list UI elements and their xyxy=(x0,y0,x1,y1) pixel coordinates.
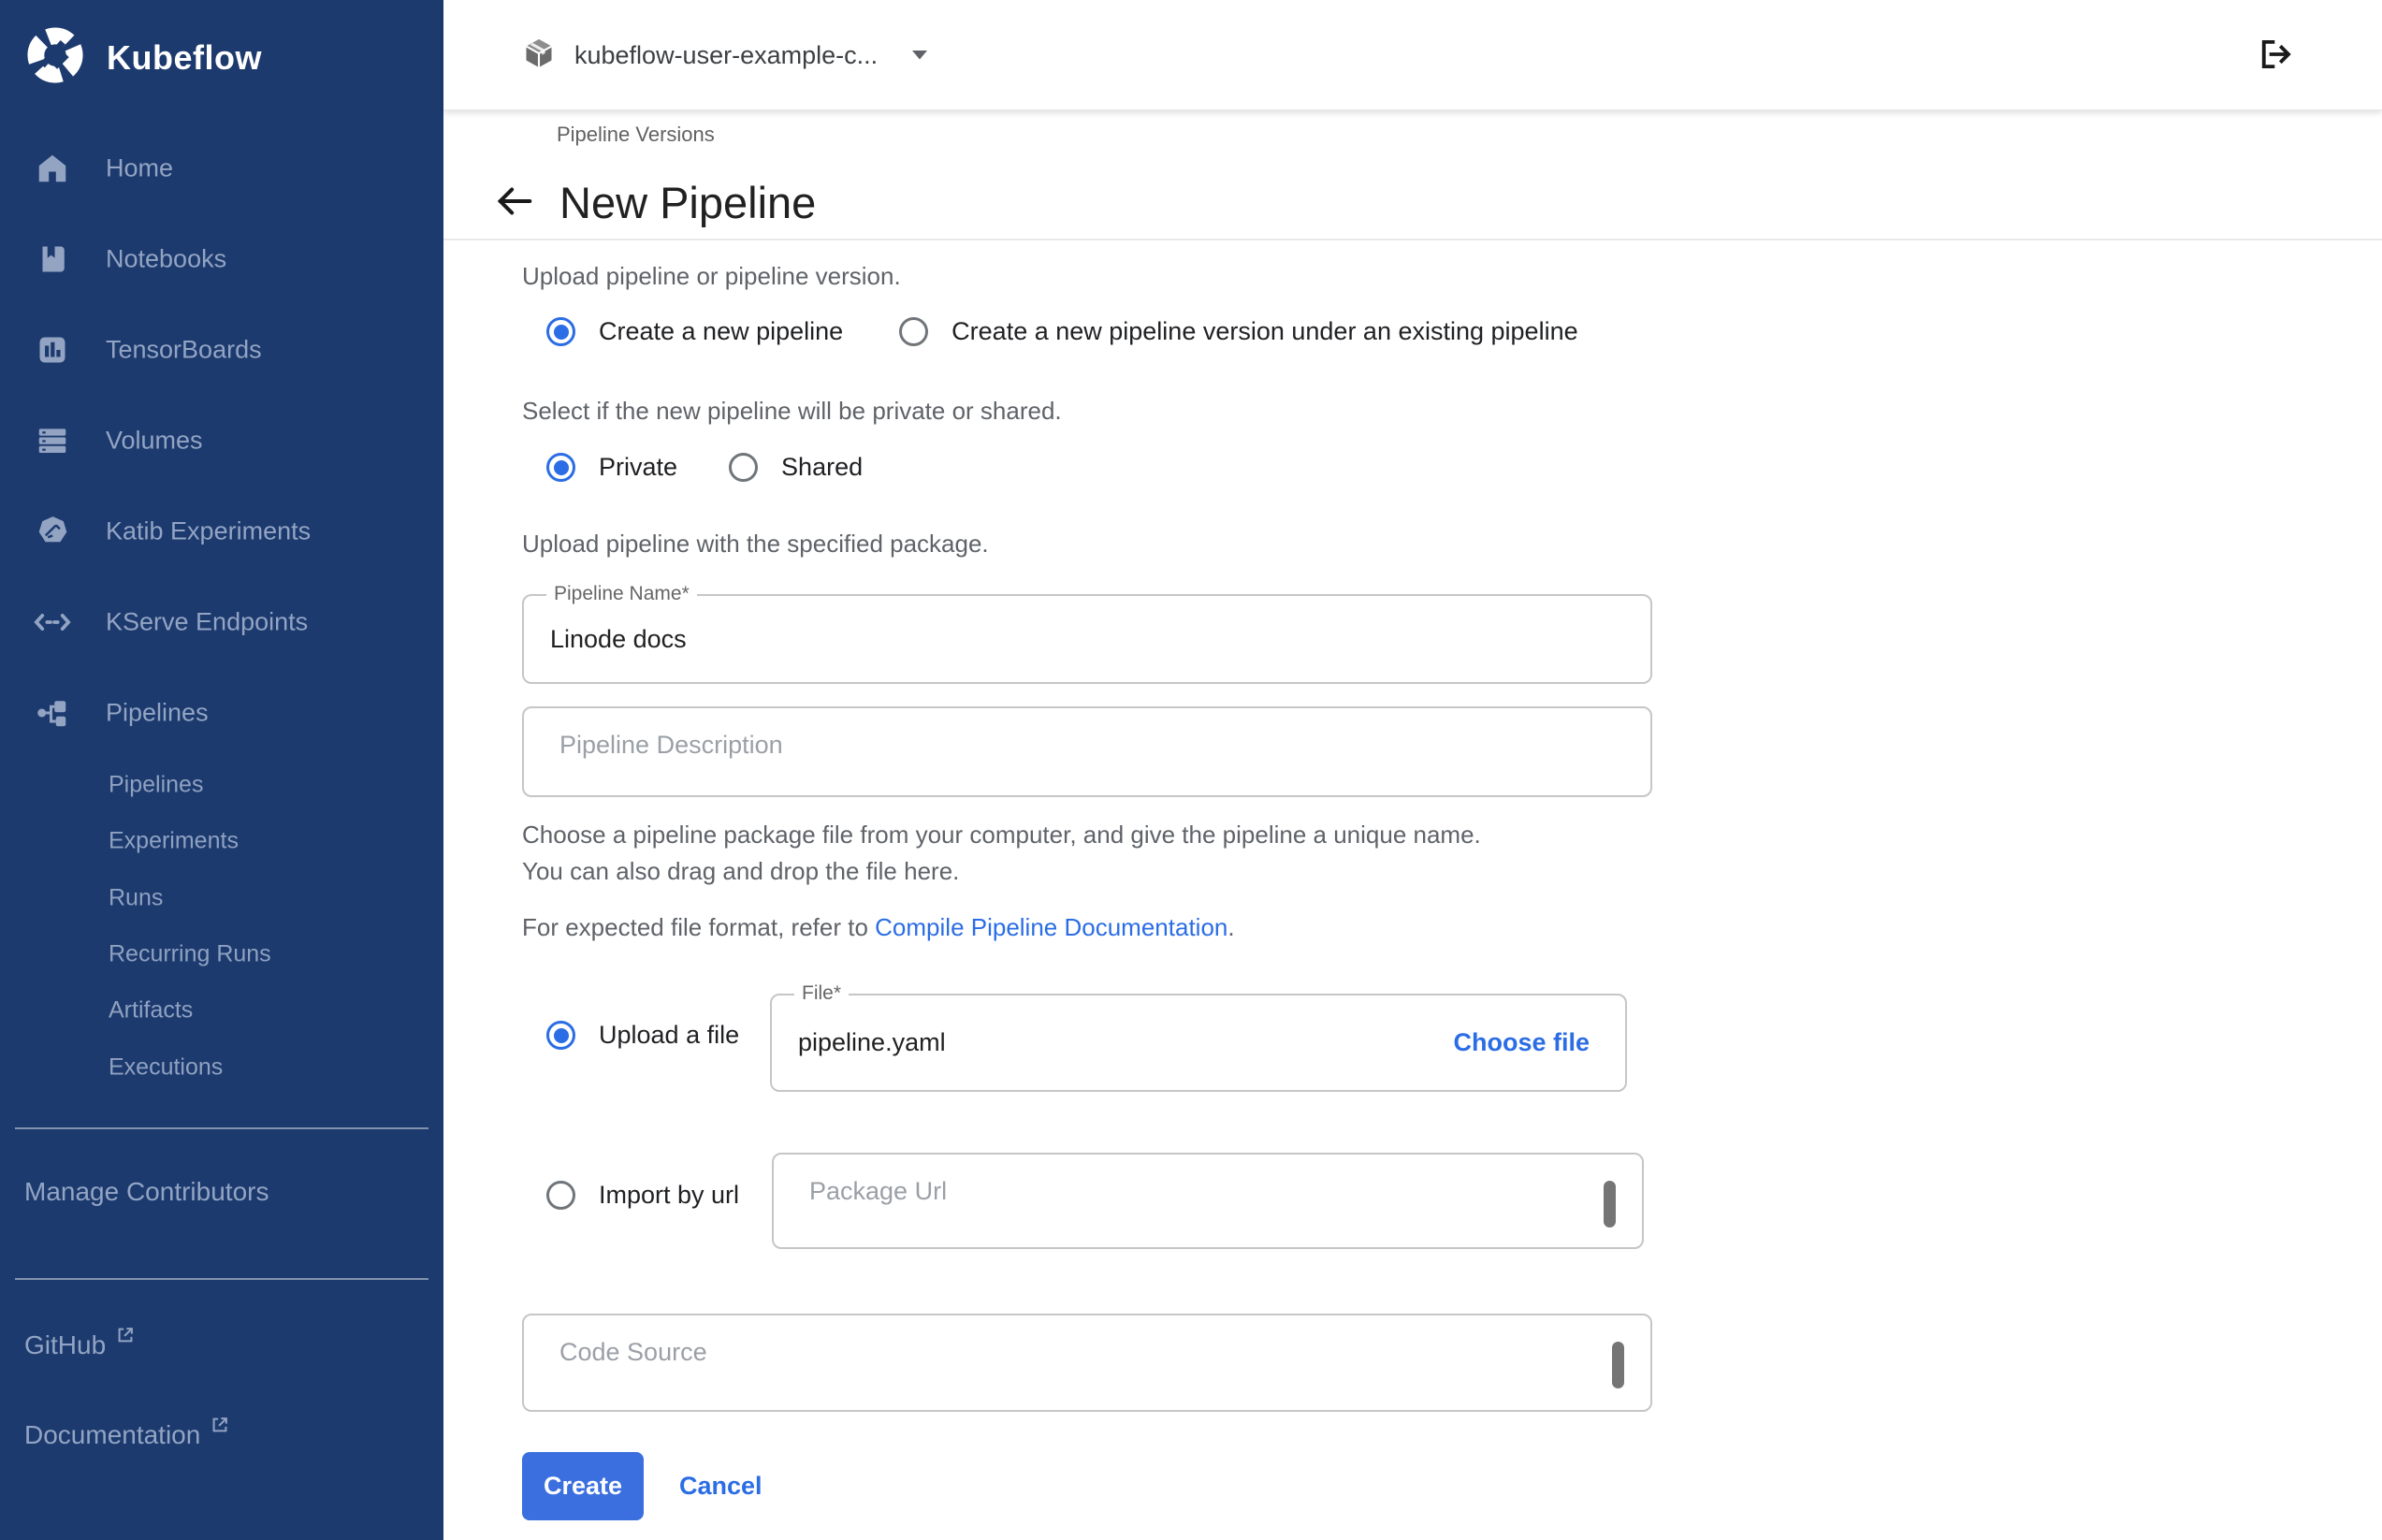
scrollbar-thumb[interactable] xyxy=(1612,1342,1624,1388)
package-help-line1: Choose a pipeline package file from your… xyxy=(522,821,1481,850)
code-source-input[interactable] xyxy=(524,1315,1650,1410)
compile-pipeline-documentation-link[interactable]: Compile Pipeline Documentation xyxy=(875,913,1227,941)
radio-create-new-pipeline[interactable] xyxy=(546,317,575,346)
pipeline-type-radio-group: Create a new pipeline Create a new pipel… xyxy=(546,317,1578,346)
sidebar-subitem-executions[interactable]: Executions xyxy=(0,1039,443,1097)
home-icon xyxy=(34,150,71,187)
volumes-icon xyxy=(34,422,71,459)
pipeline-name-label: Pipeline Name* xyxy=(546,583,697,605)
sidebar-item-katib-experiments[interactable]: Katib Experiments xyxy=(0,486,443,576)
visibility-radio-group: Private Shared xyxy=(546,453,863,482)
bar-chart-icon xyxy=(34,331,71,369)
sidebar-item-notebooks[interactable]: Notebooks xyxy=(0,213,443,304)
radio-upload-file[interactable] xyxy=(546,1021,575,1050)
package-cube-icon xyxy=(522,36,556,75)
breadcrumb[interactable]: Pipeline Versions xyxy=(557,123,715,147)
package-url-field xyxy=(772,1153,1644,1249)
file-field-label: File* xyxy=(794,982,849,1005)
notebook-icon xyxy=(34,240,71,278)
upload-file-radio-row: Upload a file xyxy=(546,1021,739,1050)
sidebar-subitem-pipelines[interactable]: Pipelines xyxy=(0,756,443,814)
top-toolbar: kubeflow-user-example-c... xyxy=(443,0,2382,110)
radio-import-by-url[interactable] xyxy=(546,1181,575,1210)
visibility-section-help: Select if the new pipeline will be priva… xyxy=(522,397,1062,426)
format-help-line: For expected file format, refer to Compi… xyxy=(522,913,1235,942)
sidebar-item-label: Home xyxy=(106,153,173,182)
import-url-radio-row: Import by url xyxy=(546,1181,739,1210)
sidebar-subitem-recurring-runs[interactable]: Recurring Runs xyxy=(0,925,443,983)
caret-down-icon xyxy=(909,49,930,62)
sidebar-subitem-experiments[interactable]: Experiments xyxy=(0,812,443,870)
pipeline-description-field xyxy=(522,706,1652,797)
sidebar-subitem-artifacts[interactable]: Artifacts xyxy=(0,981,443,1039)
arrow-left-icon xyxy=(493,180,536,227)
sidebar-subitem-runs[interactable]: Runs xyxy=(0,869,443,927)
radio-upload-file-label[interactable]: Upload a file xyxy=(599,1021,739,1050)
package-section-help: Upload pipeline with the specified packa… xyxy=(522,530,989,559)
pipeline-name-input[interactable] xyxy=(524,596,1650,682)
radio-create-new-version-label[interactable]: Create a new pipeline version under an e… xyxy=(951,317,1577,346)
sidebar-item-kserve-endpoints[interactable]: KServe Endpoints xyxy=(0,576,443,667)
kserve-icon xyxy=(34,603,71,641)
back-button[interactable] xyxy=(492,181,537,225)
sidebar: Kubeflow Home Notebooks TensorBoards V xyxy=(0,0,443,1540)
sidebar-item-github[interactable]: GitHub xyxy=(24,1330,136,1387)
sidebar-item-documentation[interactable]: Documentation xyxy=(24,1420,230,1476)
code-source-field xyxy=(522,1314,1652,1412)
upload-section-help: Upload pipeline or pipeline version. xyxy=(522,262,901,291)
sidebar-item-label: Volumes xyxy=(106,426,203,455)
radio-create-new-version[interactable] xyxy=(899,317,928,346)
header-divider xyxy=(443,239,2382,240)
kubeflow-logo-icon xyxy=(24,24,86,91)
pipeline-description-input[interactable] xyxy=(524,708,1650,795)
sidebar-item-label: Pipelines xyxy=(106,698,209,727)
sidebar-item-label: TensorBoards xyxy=(106,335,262,364)
choose-file-button[interactable]: Choose file xyxy=(1453,995,1590,1090)
package-help-line2: You can also drag and drop the file here… xyxy=(522,857,959,886)
sidebar-item-label: KServe Endpoints xyxy=(106,607,308,636)
cancel-button[interactable]: Cancel xyxy=(679,1452,763,1520)
logo-text: Kubeflow xyxy=(107,38,262,78)
radio-shared-label[interactable]: Shared xyxy=(781,453,863,482)
radio-shared[interactable] xyxy=(729,453,758,482)
sidebar-divider xyxy=(15,1278,428,1280)
external-link-icon xyxy=(210,1415,230,1440)
create-button[interactable]: Create xyxy=(522,1452,644,1520)
format-help-suffix: . xyxy=(1227,913,1234,941)
namespace-selector[interactable]: kubeflow-user-example-c... xyxy=(522,0,930,110)
sidebar-item-label: Katib Experiments xyxy=(106,516,311,545)
radio-import-by-url-label[interactable]: Import by url xyxy=(599,1181,739,1210)
logout-icon xyxy=(2256,35,2295,79)
sidebar-item-label: Notebooks xyxy=(106,244,226,273)
radio-private-label[interactable]: Private xyxy=(599,453,677,482)
package-url-input[interactable] xyxy=(774,1155,1642,1247)
namespace-label: kubeflow-user-example-c... xyxy=(574,41,878,70)
katib-icon xyxy=(34,513,71,550)
radio-create-new-pipeline-label[interactable]: Create a new pipeline xyxy=(599,317,843,346)
sidebar-item-home[interactable]: Home xyxy=(0,123,443,213)
sidebar-item-volumes[interactable]: Volumes xyxy=(0,395,443,486)
sidebar-item-pipelines[interactable]: Pipelines xyxy=(0,667,443,758)
logout-button[interactable] xyxy=(2255,36,2296,77)
radio-private[interactable] xyxy=(546,453,575,482)
pipeline-name-field: Pipeline Name* xyxy=(522,594,1652,684)
sidebar-item-manage-contributors[interactable]: Manage Contributors xyxy=(24,1177,269,1233)
pipelines-icon xyxy=(34,694,71,732)
format-help-prefix: For expected file format, refer to xyxy=(522,913,875,941)
scrollbar-thumb[interactable] xyxy=(1604,1181,1616,1228)
page-title: New Pipeline xyxy=(559,177,816,228)
sidebar-item-tensorboards[interactable]: TensorBoards xyxy=(0,304,443,395)
external-link-icon xyxy=(115,1325,136,1350)
file-field: File* Choose file xyxy=(770,994,1627,1092)
kubeflow-app: Kubeflow Home Notebooks TensorBoards V xyxy=(0,0,2382,1540)
kubeflow-logo[interactable]: Kubeflow xyxy=(24,24,262,91)
main-content: kubeflow-user-example-c... Pipeline Vers… xyxy=(443,0,2382,1540)
sidebar-divider xyxy=(15,1127,428,1129)
